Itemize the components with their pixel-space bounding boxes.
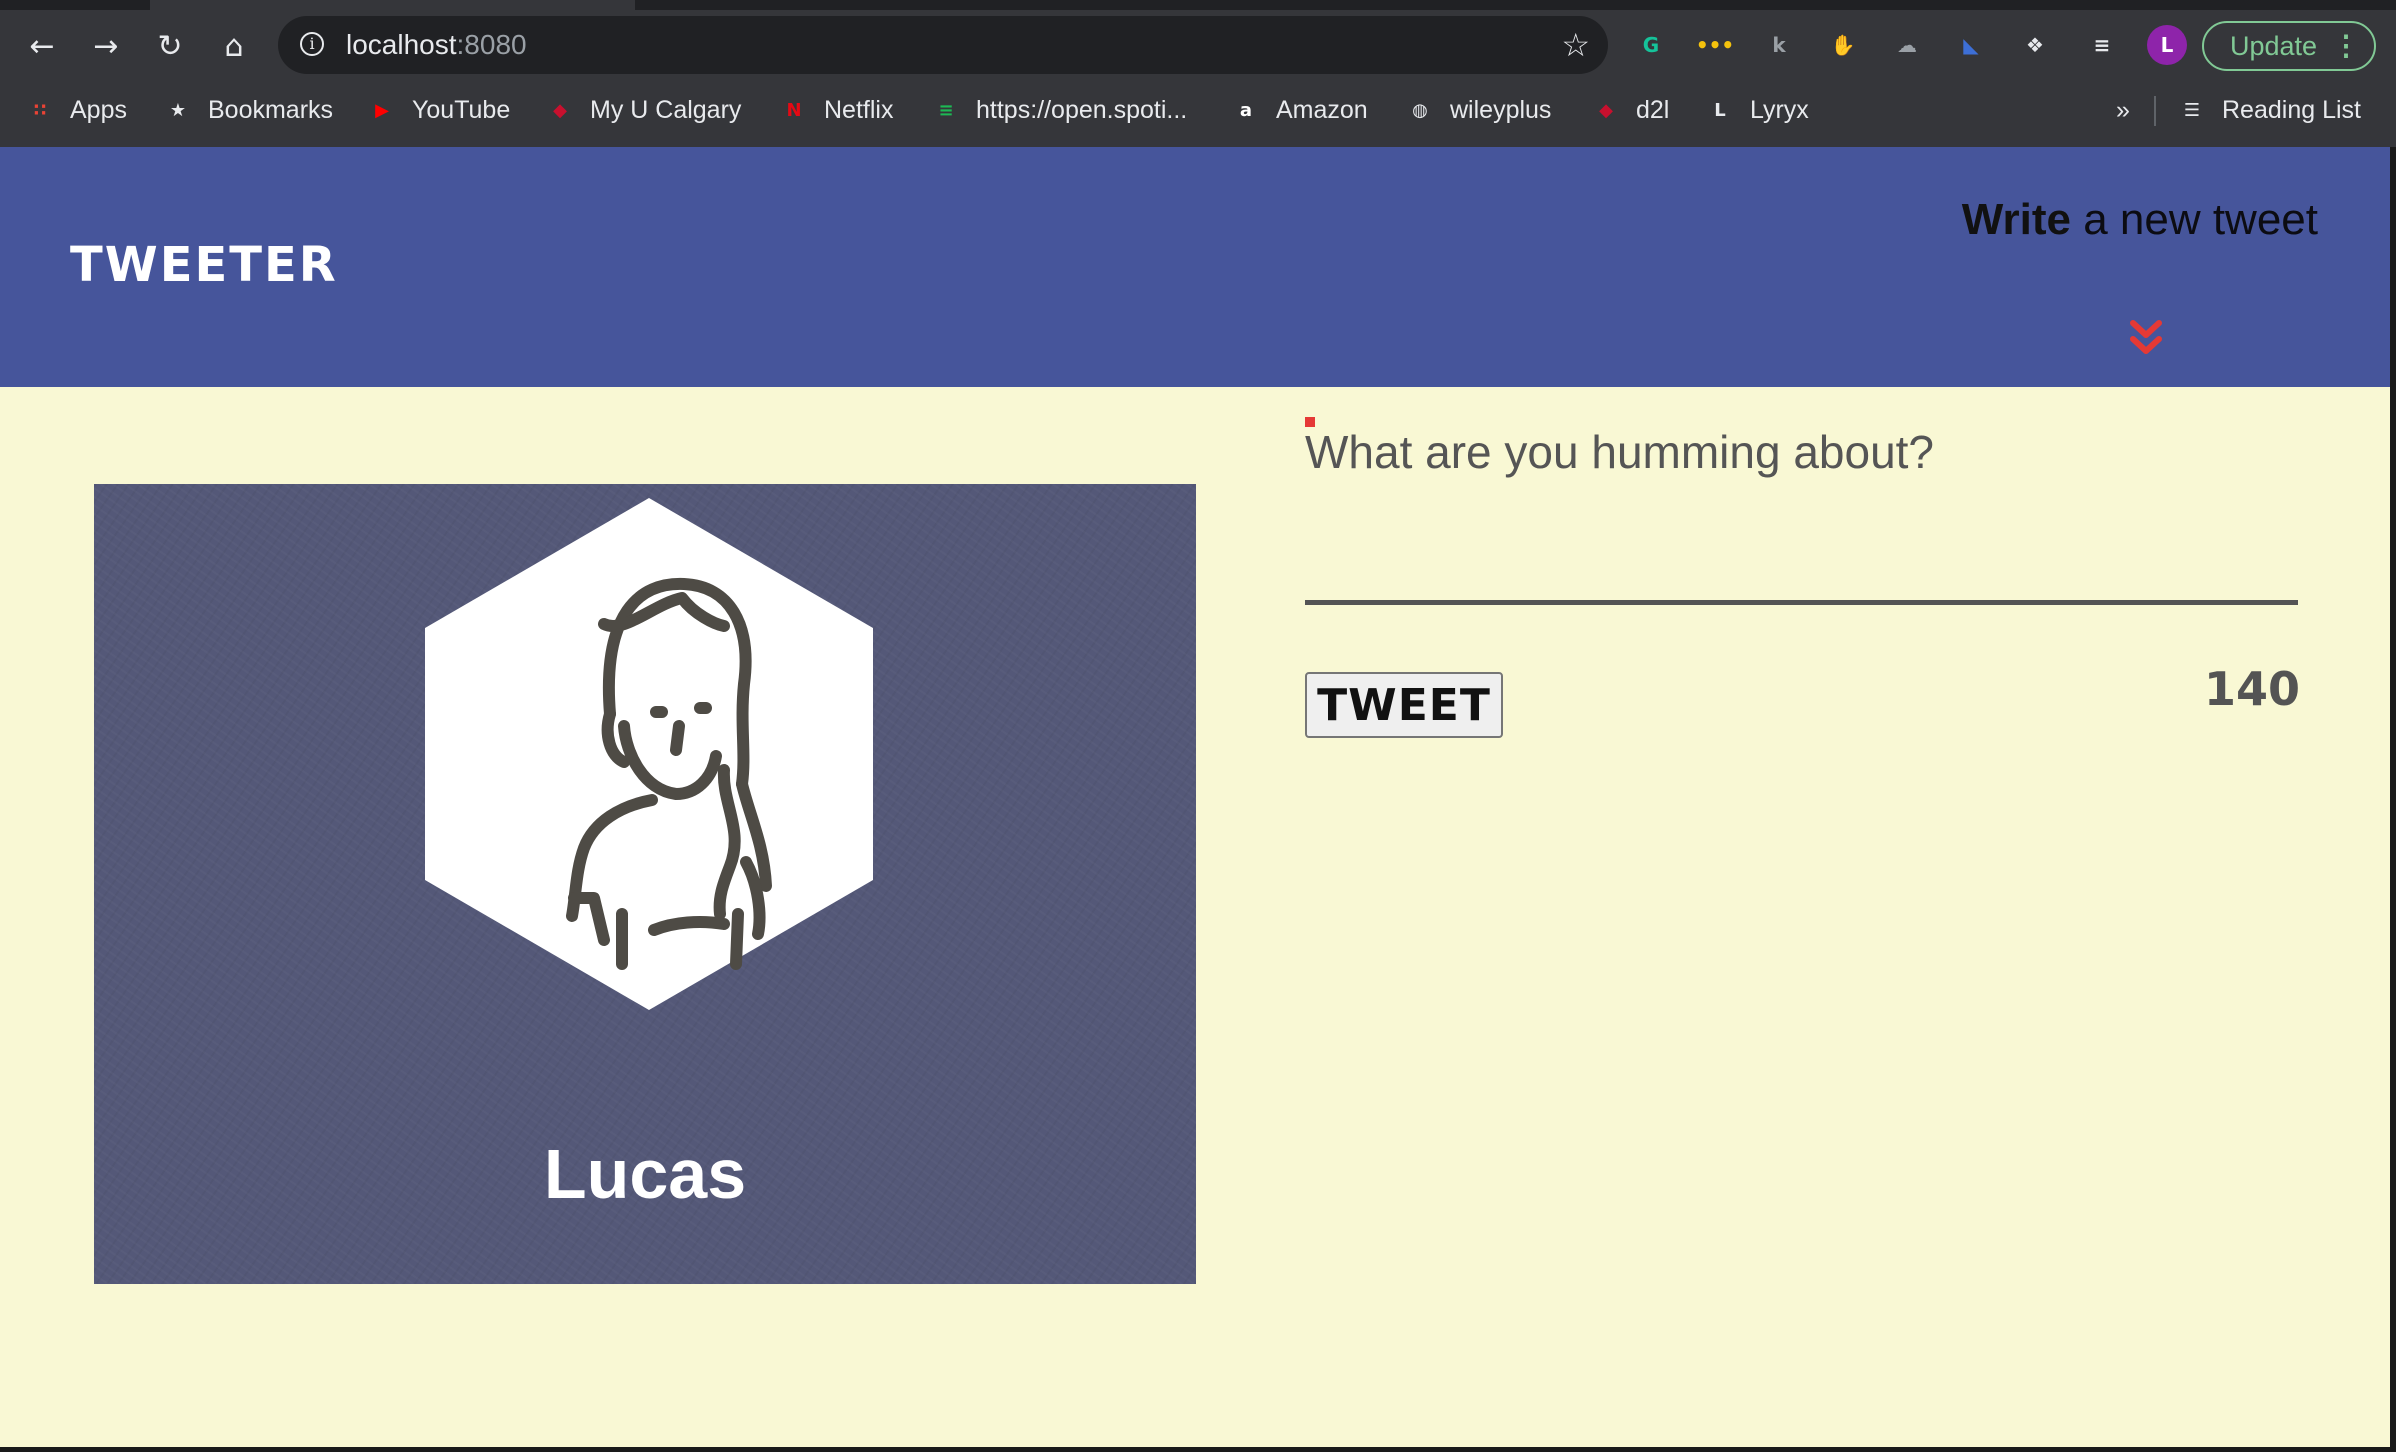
media-queue-icon[interactable]: ≡ [2085, 28, 2119, 62]
amazon-icon: a [1239, 99, 1253, 121]
reading-list-button[interactable]: ☰ Reading List [2178, 88, 2361, 132]
d2l-crest-icon: ◆ [1599, 99, 1613, 121]
globe-icon: ◍ [1412, 99, 1428, 121]
address-port: :8080 [456, 29, 527, 60]
window-bottom-edge [0, 1447, 2396, 1452]
bookmark-label: Apps [70, 95, 127, 124]
update-button[interactable]: Update ⋮ [2202, 21, 2376, 71]
bookmark-label: Amazon [1276, 95, 1368, 124]
update-label: Update [2230, 31, 2318, 61]
spotify-icon: ≡ [938, 99, 954, 121]
reload-icon[interactable]: ↻ [148, 24, 192, 68]
bookmark-item[interactable]: ≡ https://open.spoti... [932, 88, 1187, 132]
address-url[interactable]: localhost:8080 [346, 16, 527, 74]
extension-cloud-icon[interactable]: ☁ [1890, 28, 1924, 62]
active-tab[interactable] [150, 0, 635, 10]
character-counter: 140 [2203, 662, 2300, 716]
bookmark-item[interactable]: ★ Bookmarks [164, 88, 333, 132]
bookmark-item[interactable]: ◍ wileyplus [1406, 88, 1551, 132]
back-arrow-icon[interactable]: ← [20, 24, 64, 68]
tweet-textarea[interactable] [1305, 425, 2298, 605]
bookmark-item[interactable]: ∷ Apps [26, 88, 127, 132]
bookmark-label: wileyplus [1450, 95, 1552, 124]
ucalgary-crest-icon: ◆ [553, 99, 567, 121]
bookmark-label: YouTube [412, 95, 511, 124]
bookmark-label: Netflix [824, 95, 894, 124]
extension-yellow-icon[interactable]: ••• [1696, 28, 1734, 62]
profile-avatar[interactable]: L [2147, 25, 2187, 65]
bookmark-star-icon[interactable]: ☆ [1561, 26, 1590, 64]
netflix-icon: N [786, 99, 802, 121]
puzzle-icon[interactable]: ❖ [2018, 28, 2052, 62]
bookmark-item[interactable]: N Netflix [780, 88, 893, 132]
extension-k-icon[interactable]: k [1762, 28, 1796, 62]
bookmark-item[interactable]: a Amazon [1232, 88, 1368, 132]
site-logo[interactable]: Tweeter [70, 237, 338, 293]
page-content: Tweeter Write a new tweet [0, 147, 2390, 1447]
bookmark-label: Lyryx [1750, 95, 1809, 124]
bookmark-item[interactable]: ◆ My U Calgary [546, 88, 741, 132]
forward-arrow-icon[interactable]: → [84, 24, 128, 68]
star-icon: ★ [169, 99, 187, 121]
reading-list-icon: ☰ [2183, 99, 2201, 121]
profile-card: Lucas [94, 484, 1196, 1284]
bookmarks-overflow-button[interactable]: » [2116, 88, 2130, 132]
address-host: localhost [346, 29, 457, 60]
address-bar[interactable]: i localhost:8080 ☆ [278, 16, 1608, 74]
site-info-icon[interactable]: i [300, 32, 324, 56]
home-icon[interactable]: ⌂ [212, 24, 256, 68]
bookmark-label: Bookmarks [208, 95, 334, 124]
bookmark-label: d2l [1636, 95, 1670, 124]
write-label: Write [1961, 195, 2071, 244]
avatar [425, 498, 873, 1010]
bookmark-label: https://open.spoti... [976, 95, 1188, 124]
bookmark-item[interactable]: ◆ d2l [1592, 88, 1669, 132]
double-chevron-down-icon[interactable] [2129, 317, 2163, 361]
bookmark-item[interactable]: ▶ YouTube [368, 88, 510, 132]
profile-initial: L [2160, 33, 2174, 57]
reading-list-label: Reading List [2222, 95, 2361, 124]
tweet-button[interactable]: TWEET [1305, 672, 1503, 738]
new-tweet-label: a new tweet [2070, 195, 2318, 244]
youtube-icon: ▶ [375, 99, 389, 121]
stop-hand-icon[interactable]: ✋ [1826, 28, 1860, 62]
compose-area: TWEET 140 [1305, 417, 2300, 817]
tab-strip [0, 0, 2396, 10]
site-header: Tweeter Write a new tweet [0, 147, 2390, 387]
window-edge [2390, 147, 2396, 1452]
apps-grid-icon: ∷ [33, 99, 47, 121]
bookmark-item[interactable]: L Lyryx [1706, 88, 1809, 132]
bookmarks-divider [2154, 96, 2156, 126]
write-tweet-toggle[interactable]: Write a new tweet [1962, 195, 2318, 245]
lyryx-icon: L [1714, 99, 1726, 121]
browser-chrome: ← → ↻ ⌂ i localhost:8080 ☆ G ••• k ✋ ☁ ◣ ❖ ≡ L … [0, 0, 2396, 147]
extension-shield-icon[interactable]: ◣ [1954, 28, 1988, 62]
grammarly-icon[interactable]: G [1634, 28, 1668, 62]
bookmark-label: My U Calgary [590, 95, 742, 124]
bookmarks-bar: ∷ Apps ★ Bookmarks ▶ YouTube ◆ My U Calgary N Net… [0, 88, 2396, 132]
menu-dots-icon[interactable]: ⋮ [2332, 23, 2360, 69]
user-name: Lucas [543, 1135, 747, 1213]
